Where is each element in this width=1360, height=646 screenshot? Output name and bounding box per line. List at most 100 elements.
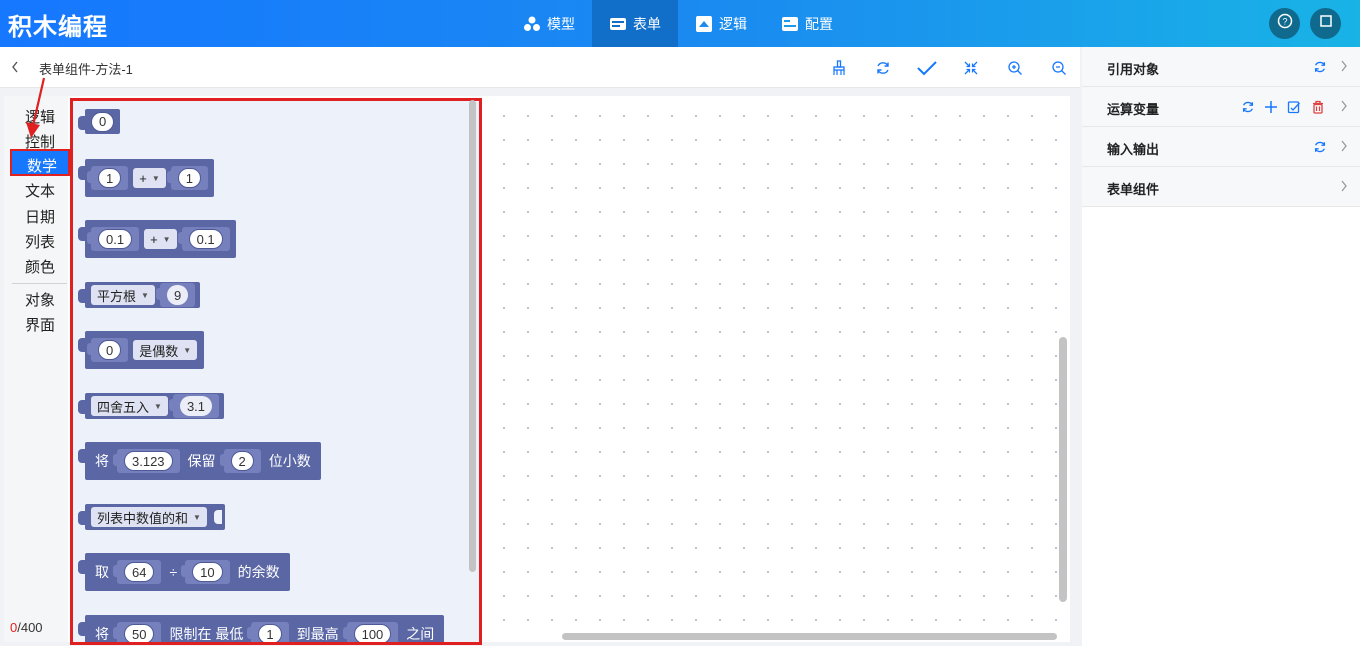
help-button[interactable]: ? — [1269, 8, 1300, 39]
list-sum-dropdown[interactable]: 列表中数值的和 ▼ — [91, 507, 207, 527]
even-value[interactable]: 0 — [98, 340, 122, 360]
tab-model[interactable]: 模型 — [506, 0, 592, 47]
refresh-icon[interactable] — [1312, 139, 1328, 155]
tab-logic[interactable]: 逻辑 — [678, 0, 764, 47]
back-button[interactable] — [10, 59, 24, 75]
chevron-right-icon — [1340, 59, 1352, 73]
even-check-dropdown[interactable]: 是偶数 ▼ — [133, 340, 198, 360]
refresh-icon[interactable] — [1312, 59, 1328, 75]
panel-row-io[interactable]: 输入输出 — [1082, 127, 1360, 167]
constrain-value[interactable]: 50 — [124, 624, 155, 642]
sqrt-value[interactable]: 9 — [166, 285, 189, 305]
category-divider — [12, 283, 67, 284]
constrain-mid-high: 到最高 — [296, 626, 339, 642]
round-function-label: 四舍五入 — [97, 399, 150, 415]
panel-row-label: 引用对象 — [1107, 62, 1160, 77]
add-icon[interactable] — [1263, 99, 1279, 115]
chevron-right-icon — [1340, 139, 1352, 153]
confirm-button[interactable] — [916, 57, 938, 79]
arith-dec-operator-dropdown[interactable]: + ▼ — [144, 229, 177, 249]
constrain-prefix: 将 — [95, 626, 109, 642]
panel-row-label: 运算变量 — [1107, 102, 1160, 117]
block-round-to-decimals[interactable]: 将 3.123 保留 2 位小数 — [78, 442, 321, 480]
svg-text:?: ? — [1282, 17, 1287, 27]
block-count-limit: /400 — [17, 620, 43, 635]
canvas-horizontal-scrollbar[interactable] — [562, 633, 1057, 640]
zoom-out-button[interactable] — [1048, 57, 1070, 79]
round-function-dropdown[interactable]: 四舍五入 ▼ — [91, 396, 168, 416]
chevron-right-icon — [1340, 179, 1352, 193]
round-decimals-value[interactable]: 3.123 — [124, 451, 173, 471]
annotation-arrow-icon — [26, 77, 46, 138]
arith-dec-a-slot: 0.1 — [86, 227, 140, 251]
right-panel: 引用对象 运算变量 输入输出 表单组件 — [1082, 47, 1360, 646]
main-nav: 模型 表单 逻辑 配置 — [506, 0, 850, 47]
round-value-slot: 3.1 — [168, 394, 220, 418]
list-sum-label: 列表中数值的和 — [97, 510, 189, 526]
check-icon — [917, 61, 937, 76]
constrain-high[interactable]: 100 — [353, 624, 392, 642]
block-list-sum[interactable]: 列表中数值的和 ▼ — [78, 504, 225, 530]
cubes-icon — [523, 15, 541, 33]
panel-row-references[interactable]: 引用对象 — [1082, 47, 1360, 87]
round-decimals-digits[interactable]: 2 — [230, 451, 254, 471]
fullscreen-button[interactable] — [1310, 8, 1341, 39]
modulo-suffix: 的余数 — [237, 564, 280, 580]
canvas-vertical-scrollbar[interactable] — [1059, 337, 1067, 602]
block-number[interactable]: 0 — [77, 109, 121, 134]
category-text[interactable]: 文本 — [25, 180, 55, 201]
round-value[interactable]: 3.1 — [179, 396, 213, 416]
category-color[interactable]: 颜色 — [25, 256, 55, 277]
block-counter: 0/400 — [10, 620, 43, 635]
arith-b-value[interactable]: 1 — [177, 168, 201, 188]
block-arithmetic-int[interactable]: 1 + ▼ 1 — [78, 159, 214, 197]
flyout-scrollbar[interactable] — [469, 100, 476, 572]
square-icon — [1319, 14, 1333, 33]
constrain-low[interactable]: 1 — [258, 624, 282, 642]
tab-logic-label: 逻辑 — [719, 15, 747, 32]
block-arithmetic-decimal[interactable]: 0.1 + ▼ 0.1 — [78, 220, 236, 258]
category-math[interactable]: 数学 — [10, 149, 70, 176]
refresh-icon[interactable] — [1240, 99, 1256, 115]
block-is-even[interactable]: 0 是偶数 ▼ — [77, 331, 205, 369]
category-ui[interactable]: 界面 — [25, 314, 55, 335]
refresh-button[interactable] — [872, 57, 894, 79]
tab-model-label: 模型 — [547, 15, 575, 32]
category-list[interactable]: 列表 — [25, 231, 55, 252]
round-decimals-value-slot: 3.123 — [113, 449, 180, 473]
panel-row-form-components[interactable]: 表单组件 — [1082, 167, 1360, 207]
arith-a-value[interactable]: 1 — [98, 168, 122, 188]
chevron-left-icon — [12, 61, 18, 73]
edit-icon[interactable] — [1286, 99, 1302, 115]
panel-row-variables[interactable]: 运算变量 — [1082, 87, 1360, 127]
collapse-button[interactable] — [960, 57, 982, 79]
block-sqrt[interactable]: 平方根 ▼ 9 — [77, 282, 201, 308]
form-icon — [609, 15, 627, 33]
category-date[interactable]: 日期 — [25, 206, 55, 227]
zoom-out-icon — [1052, 61, 1066, 75]
block-modulo[interactable]: 取 64 ÷ 10 的余数 — [78, 553, 290, 591]
arith-operator-dropdown[interactable]: + ▼ — [133, 168, 166, 188]
category-object[interactable]: 对象 — [25, 289, 55, 310]
question-icon: ? — [1277, 13, 1293, 34]
tab-config[interactable]: 配置 — [764, 0, 850, 47]
settings-panel-icon — [781, 15, 799, 33]
zoom-in-button[interactable] — [1004, 57, 1026, 79]
modulo-a-value[interactable]: 64 — [124, 562, 155, 582]
modulo-prefix: 取 — [95, 564, 109, 580]
block-number-value[interactable]: 0 — [91, 111, 115, 132]
block-canvas[interactable] — [486, 98, 1068, 642]
modulo-b-value[interactable]: 10 — [192, 562, 223, 582]
delete-icon[interactable] — [1310, 99, 1326, 115]
arith-dec-a-value[interactable]: 0.1 — [98, 229, 133, 249]
block-round[interactable]: 四舍五入 ▼ 3.1 — [77, 393, 225, 419]
block-constrain[interactable]: 将 50 限制在 最低 1 到最高 100 之间 — [77, 615, 445, 642]
arith-dec-b-slot: 0.1 — [177, 227, 230, 251]
sqrt-function-dropdown[interactable]: 平方根 ▼ — [91, 285, 155, 305]
tab-form-label: 表单 — [633, 15, 661, 32]
editor-toolbar: 表单组件-方法-1 — [0, 47, 1080, 88]
arith-dec-b-value[interactable]: 0.1 — [188, 229, 223, 249]
clean-button[interactable] — [828, 57, 850, 79]
even-value-slot: 0 — [86, 338, 129, 362]
tab-form[interactable]: 表单 — [592, 0, 678, 47]
